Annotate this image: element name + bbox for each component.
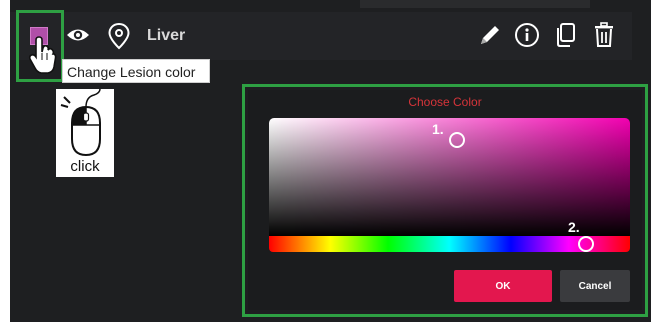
copy-icon[interactable]	[554, 22, 578, 48]
visibility-eye-icon[interactable]	[66, 26, 90, 44]
saturation-value-handle[interactable]	[449, 132, 465, 148]
tooltip: Change Lesion color	[62, 59, 210, 83]
color-picker-title: Choose Color	[408, 95, 482, 109]
step-marker-1: 1.	[432, 121, 444, 137]
ok-button[interactable]: OK	[454, 270, 552, 302]
location-pin-icon[interactable]	[107, 22, 131, 50]
trash-icon[interactable]	[592, 22, 616, 48]
mouse-click-icon	[60, 89, 101, 157]
pencil-icon[interactable]	[478, 22, 502, 48]
step-marker-2: 2.	[568, 219, 580, 235]
hue-slider-handle[interactable]	[578, 236, 594, 252]
info-icon[interactable]	[514, 22, 540, 48]
click-label: click	[70, 158, 100, 175]
lesion-name: Liver	[147, 27, 186, 44]
cancel-button[interactable]: Cancel	[560, 270, 630, 302]
hand-cursor-icon	[28, 36, 57, 74]
top-strip	[360, 0, 590, 8]
hue-slider[interactable]	[269, 236, 630, 252]
click-illustration: click	[56, 89, 114, 177]
